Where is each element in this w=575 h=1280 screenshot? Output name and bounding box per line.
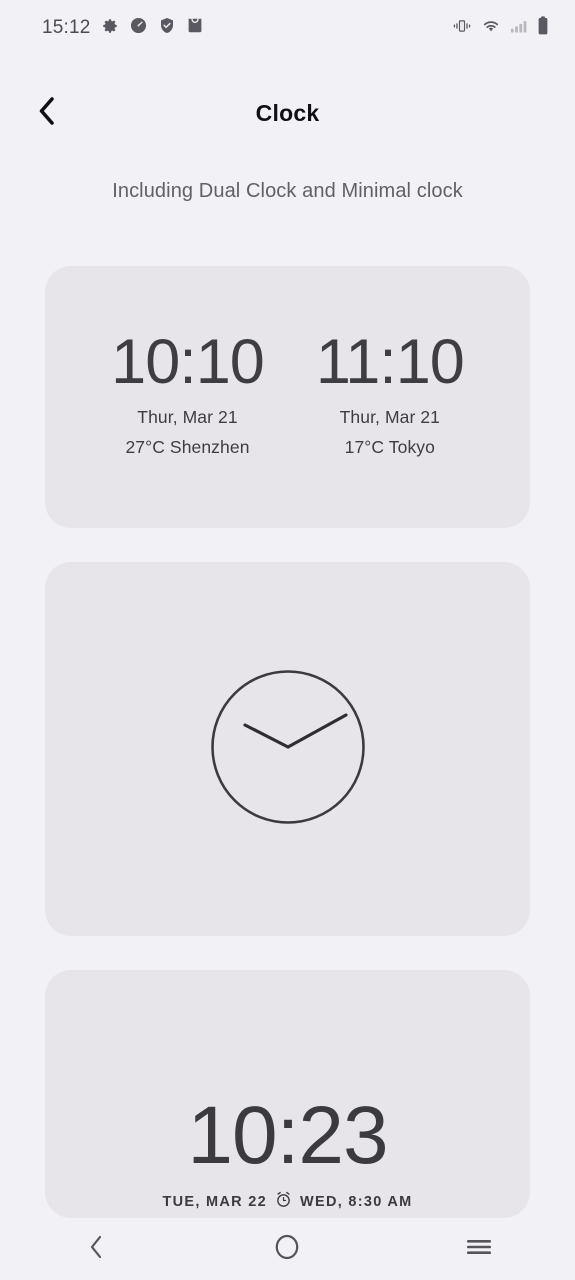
- dual-clock-right-weather: 17°C Tokyo: [344, 437, 435, 458]
- nav-home-button[interactable]: [252, 1225, 322, 1273]
- shield-check-icon: [158, 16, 176, 40]
- nav-recents-button[interactable]: [444, 1225, 514, 1273]
- alarm-clock-icon: [275, 1191, 292, 1212]
- phone-screen: 15:12 Clock Including Dual Clock and Min…: [0, 0, 575, 1280]
- minimal-clock-date: TUE, MAR 22: [162, 1193, 267, 1210]
- minimal-clock-alarm: WED, 8:30 AM: [299, 1193, 413, 1210]
- dual-clock-content: 10:10 Thur, Mar 21 27°C Shenzhen 11:10 T…: [45, 266, 530, 528]
- chevron-left-icon: [86, 1234, 106, 1265]
- analog-clock-content: [45, 562, 530, 936]
- dual-clock-left-weather: 27°C Shenzhen: [125, 437, 250, 458]
- hamburger-icon: [465, 1236, 493, 1263]
- minimal-clock-subline: TUE, MAR 22 WED, 8:30 AM: [162, 1191, 412, 1212]
- analog-minute-hand: [285, 712, 348, 749]
- gear-icon: [101, 17, 119, 40]
- status-time: 15:12: [42, 17, 91, 38]
- dual-clock-left-date: Thur, Mar 21: [137, 407, 238, 428]
- nav-back-button[interactable]: [61, 1225, 131, 1273]
- minimal-clock-content: 10:23 TUE, MAR 22 WED, 8:30 AM: [45, 1095, 530, 1218]
- system-nav-bar: [0, 1218, 575, 1280]
- dual-clock-right: 11:10 Thur, Mar 21 17°C Tokyo: [315, 326, 465, 458]
- speedometer-icon: [129, 16, 148, 40]
- signal-bars-icon: [510, 18, 528, 39]
- page-title: Clock: [255, 99, 320, 126]
- circle-icon: [274, 1234, 300, 1265]
- battery-icon: [537, 16, 549, 40]
- widget-card-minimal-clock[interactable]: 10:23 TUE, MAR 22 WED, 8:30 AM: [45, 970, 530, 1218]
- dual-clock-left: 10:10 Thur, Mar 21 27°C Shenzhen: [111, 326, 265, 458]
- analog-hour-hand: [242, 722, 290, 749]
- minimal-clock-time: 10:23: [187, 1090, 388, 1181]
- vibrate-icon: [452, 18, 472, 39]
- dual-clock-right-date: Thur, Mar 21: [339, 407, 441, 428]
- bag-icon: [186, 16, 204, 40]
- wifi-icon: [481, 18, 501, 39]
- app-header: Clock: [0, 88, 575, 138]
- chevron-left-icon: [36, 96, 58, 131]
- dual-clock-right-time: 11:10: [315, 326, 465, 397]
- dual-clock-left-time: 10:10: [111, 326, 265, 397]
- status-bar-right: [452, 16, 549, 40]
- status-bar: 15:12: [0, 0, 575, 56]
- page-subtitle: Including Dual Clock and Minimal clock: [112, 180, 463, 202]
- widget-card-analog-clock[interactable]: [45, 562, 530, 936]
- status-bar-left: 15:12: [42, 16, 204, 40]
- back-button[interactable]: [30, 96, 64, 130]
- widget-card-dual-clock[interactable]: 10:10 Thur, Mar 21 27°C Shenzhen 11:10 T…: [45, 266, 530, 528]
- analog-clock-face: [209, 668, 367, 831]
